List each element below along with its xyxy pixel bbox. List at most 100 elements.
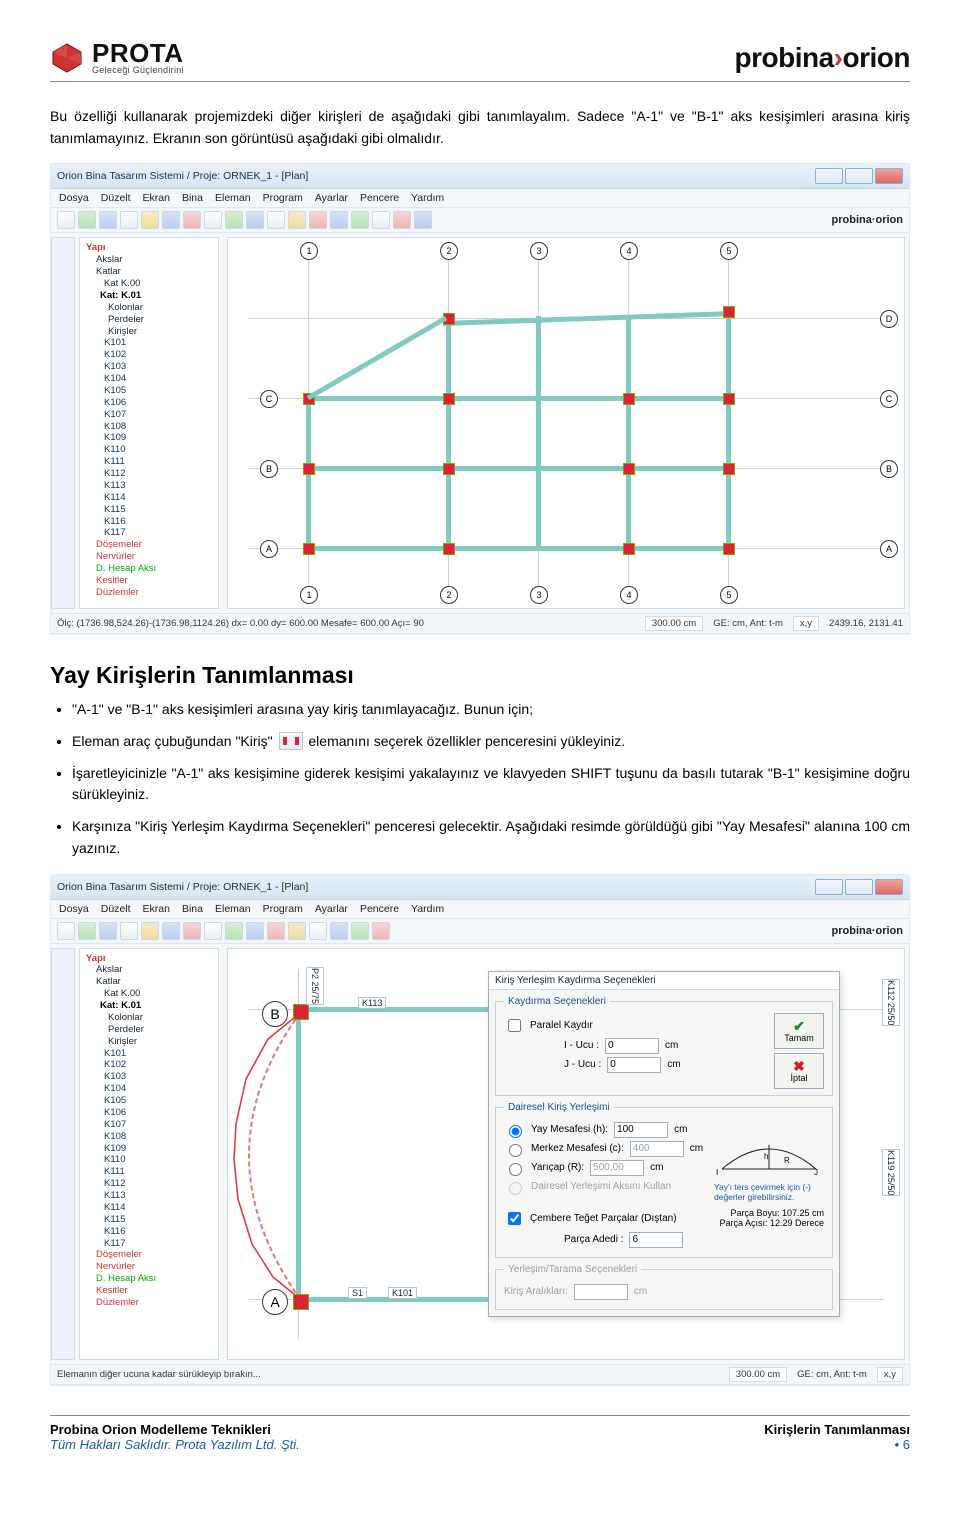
tool-icon[interactable]: [246, 922, 264, 940]
tool-icon[interactable]: [309, 922, 327, 940]
tool-icon[interactable]: [183, 211, 201, 229]
svg-text:h: h: [764, 1152, 768, 1161]
menu-item[interactable]: Düzelt: [101, 192, 131, 204]
model-tree[interactable]: Yapı Akslar Katlar Kat K.00 Kat: K.01 Ko…: [79, 237, 219, 609]
tag: K113: [358, 997, 386, 1009]
tool-icon[interactable]: [330, 922, 348, 940]
tool-icon[interactable]: [351, 922, 369, 940]
tool-icon[interactable]: [204, 211, 222, 229]
menu-item[interactable]: Bina: [182, 192, 203, 204]
menu-item[interactable]: Pencere: [360, 903, 399, 915]
menu-item[interactable]: Eleman: [215, 903, 251, 915]
tool-icon[interactable]: [225, 922, 243, 940]
yaricap-input[interactable]: [590, 1160, 644, 1176]
merkez-mesafesi-radio[interactable]: [509, 1144, 522, 1157]
footer-left-title: Probina Orion Modelleme Teknikleri: [50, 1422, 300, 1437]
tool-icon[interactable]: [57, 211, 75, 229]
bullet-list: "A-1" ve "B-1" aks kesişimleri arasına y…: [50, 699, 910, 859]
parca-adedi-input[interactable]: [629, 1232, 683, 1248]
tool-icon[interactable]: [162, 922, 180, 940]
close-icon[interactable]: [875, 879, 903, 895]
gap-input: [574, 1284, 628, 1300]
status-xy[interactable]: x,y: [877, 1367, 903, 1382]
menu-item[interactable]: Ayarlar: [315, 192, 348, 204]
left-tool-strip[interactable]: [51, 948, 75, 1360]
tool-icon[interactable]: [162, 211, 180, 229]
tag: K112 25/50: [882, 979, 900, 1026]
menu-item[interactable]: Pencere: [360, 192, 399, 204]
menu-item[interactable]: Program: [263, 192, 303, 204]
status-length: 300.00 cm: [729, 1367, 787, 1382]
tool-icon[interactable]: [141, 922, 159, 940]
tool-icon[interactable]: [372, 211, 390, 229]
ok-button[interactable]: ✔Tamam: [774, 1013, 824, 1049]
tool-icon[interactable]: [183, 922, 201, 940]
cancel-button[interactable]: ✖İptal: [774, 1053, 824, 1089]
tool-icon[interactable]: [120, 211, 138, 229]
intro-paragraph: Bu özelliği kullanarak projemizdeki diğe…: [50, 106, 910, 149]
tool-icon[interactable]: [414, 211, 432, 229]
status-units: GE: cm, Ant: t-m: [713, 618, 783, 629]
menu-item[interactable]: Yardım: [411, 192, 444, 204]
yay-mesafesi-radio[interactable]: [509, 1125, 522, 1138]
status-xy[interactable]: x,y: [793, 616, 819, 631]
tool-icon[interactable]: [57, 922, 75, 940]
yay-mesafesi-input[interactable]: [614, 1122, 668, 1138]
plan-canvas[interactable]: 1 2 3 4 5 1 2 3 4 5 A B C D A B C: [227, 237, 905, 609]
tool-icon[interactable]: [78, 211, 96, 229]
menu-item[interactable]: Ayarlar: [315, 903, 348, 915]
menu-item[interactable]: Düzelt: [101, 903, 131, 915]
dialog-title: Kiriş Yerleşim Kaydırma Seçenekleri: [489, 972, 839, 990]
min-icon[interactable]: [815, 879, 843, 895]
tool-icon[interactable]: [267, 922, 285, 940]
menu-item[interactable]: Eleman: [215, 192, 251, 204]
menu-item[interactable]: Ekran: [143, 192, 170, 204]
statusbar: Ölç: (1736.98,524.26)-(1736.98,1124.26) …: [51, 613, 909, 633]
plan-canvas[interactable]: B A P2 25/75 K113 S1 K101 25/50: [227, 948, 905, 1360]
close-icon[interactable]: [875, 168, 903, 184]
bullet: Karşınıza "Kiriş Yerleşim Kaydırma Seçen…: [72, 816, 910, 859]
min-icon[interactable]: [815, 168, 843, 184]
left-tool-strip[interactable]: [51, 237, 75, 609]
tool-icon[interactable]: [99, 211, 117, 229]
tool-icon[interactable]: [204, 922, 222, 940]
tool-icon[interactable]: [351, 211, 369, 229]
bullet: Eleman araç çubuğundan "Kiriş" elemanını…: [72, 731, 910, 753]
bullet: "A-1" ve "B-1" aks kesişimleri arasına y…: [72, 699, 910, 721]
tool-icon[interactable]: [393, 211, 411, 229]
max-icon[interactable]: [845, 879, 873, 895]
i-ucu-input[interactable]: [605, 1038, 659, 1054]
tool-icon[interactable]: [372, 922, 390, 940]
tool-icon[interactable]: [120, 922, 138, 940]
column-icon[interactable]: [293, 1004, 309, 1020]
arc-beam-dialog: Kiriş Yerleşim Kaydırma Seçenekleri Kayd…: [488, 971, 840, 1317]
tool-icon[interactable]: [246, 211, 264, 229]
beam-tool-icon: [279, 732, 303, 750]
bullet: İşaretleyicinizle "A-1" aks kesişimine g…: [72, 763, 910, 806]
merkez-mesafesi-input[interactable]: [630, 1141, 684, 1157]
menu-item[interactable]: Dosya: [59, 192, 89, 204]
tool-icon[interactable]: [141, 211, 159, 229]
yaricap-radio[interactable]: [509, 1163, 522, 1176]
menu-item[interactable]: Ekran: [143, 903, 170, 915]
tool-icon[interactable]: [288, 211, 306, 229]
menu-item[interactable]: Dosya: [59, 903, 89, 915]
tool-icon[interactable]: [78, 922, 96, 940]
tool-icon[interactable]: [99, 922, 117, 940]
menu-item[interactable]: Yardım: [411, 903, 444, 915]
menu-item[interactable]: Bina: [182, 903, 203, 915]
tool-icon[interactable]: [309, 211, 327, 229]
statusbar: Elemanın diğer ucuna kadar sürükleyip bı…: [51, 1364, 909, 1384]
parallel-check[interactable]: [508, 1019, 521, 1032]
tool-icon[interactable]: [267, 211, 285, 229]
j-ucu-input[interactable]: [607, 1057, 661, 1073]
menu-item[interactable]: Program: [263, 903, 303, 915]
tool-icon[interactable]: [225, 211, 243, 229]
tool-icon[interactable]: [288, 922, 306, 940]
tool-icon[interactable]: [330, 211, 348, 229]
max-icon[interactable]: [845, 168, 873, 184]
header-rule: [50, 81, 910, 82]
column-icon[interactable]: [293, 1294, 309, 1310]
tangent-check[interactable]: [508, 1212, 521, 1225]
model-tree[interactable]: Yapı Akslar Katlar Kat K.00 Kat: K.01 Ko…: [79, 948, 219, 1360]
